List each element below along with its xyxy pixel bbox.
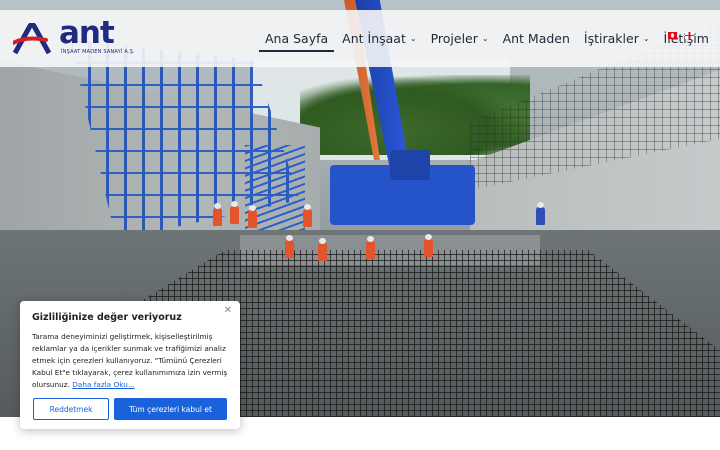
main-nav: Ana Sayfa Ant İnşaat ⌄ Projeler ⌄ Ant Ma…	[258, 10, 716, 67]
nav-item-label: Ana Sayfa	[265, 31, 329, 46]
page: ant İNŞAAT MADEN SANAYİ A.Ş. Ana Sayfa A…	[0, 0, 720, 450]
en-flag-icon[interactable]	[685, 32, 694, 39]
nav-item-label: Ant Maden	[502, 31, 570, 46]
nav-item-ant-maden[interactable]: Ant Maden	[496, 10, 577, 67]
nav-item-ant-insaat[interactable]: Ant İnşaat ⌄	[335, 10, 423, 67]
nav-item-label: Projeler	[430, 31, 478, 46]
cookie-consent-banner: ✕ Gizliliğinize değer veriyoruz Tarama d…	[20, 301, 240, 429]
reject-cookies-button[interactable]: Reddetmek	[33, 398, 109, 420]
site-header: ant İNŞAAT MADEN SANAYİ A.Ş. Ana Sayfa A…	[0, 10, 720, 67]
close-icon[interactable]: ✕	[224, 305, 232, 316]
chevron-down-icon: ⌄	[642, 34, 650, 43]
language-switcher	[668, 32, 694, 39]
chevron-down-icon: ⌄	[481, 34, 489, 43]
cookie-title: Gizliliğinize değer veriyoruz	[32, 312, 182, 323]
logo-subtitle: İNŞAAT MADEN SANAYİ A.Ş.	[61, 49, 135, 55]
logo-a-icon	[13, 23, 51, 55]
nav-item-istirakler[interactable]: İştirakler ⌄	[577, 10, 657, 67]
accept-all-cookies-button[interactable]: Tüm çerezleri kabul et	[114, 398, 227, 420]
tr-flag-icon[interactable]	[668, 32, 677, 39]
chevron-down-icon: ⌄	[409, 34, 417, 43]
cookie-text: Tarama deneyiminizi geliştirmek, kişisel…	[32, 331, 228, 391]
read-more-link[interactable]: Daha fazla Oku...	[72, 380, 135, 389]
nav-item-label: Ant İnşaat	[342, 31, 406, 46]
site-logo[interactable]: ant İNŞAAT MADEN SANAYİ A.Ş.	[13, 16, 135, 58]
nav-item-label: İştirakler	[583, 31, 639, 46]
logo-wordmark: ant	[59, 15, 115, 51]
nav-item-ana-sayfa[interactable]: Ana Sayfa	[258, 10, 335, 67]
cookie-buttons: Reddetmek Tüm çerezleri kabul et	[33, 398, 227, 420]
nav-item-projeler[interactable]: Projeler ⌄	[424, 10, 496, 67]
